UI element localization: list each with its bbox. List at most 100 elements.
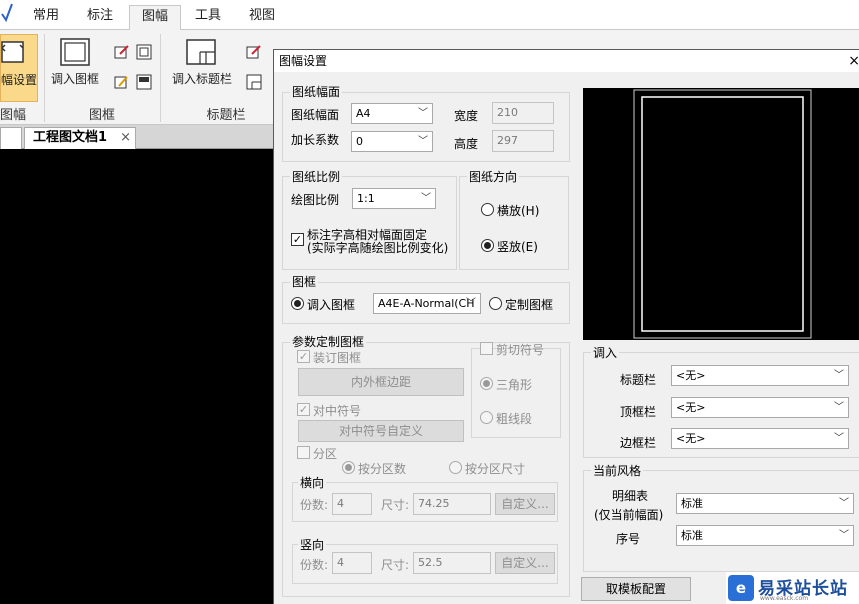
title-bar-icon bbox=[186, 39, 216, 65]
app-check-icon bbox=[1, 3, 13, 23]
title-bar-select[interactable]: <无> ﹀ bbox=[671, 365, 849, 386]
chevron-down-icon: ﹀ bbox=[421, 193, 431, 204]
sequence-label: 序号 bbox=[616, 532, 641, 546]
vertical-zone-title: 竖向 bbox=[298, 536, 327, 553]
detail-table-label: 明细表 bbox=[612, 489, 649, 503]
vertical-size-label: 尺寸: bbox=[381, 558, 410, 572]
chevron-down-icon: ﹀ bbox=[418, 108, 428, 119]
frame-props-icon[interactable] bbox=[136, 44, 152, 60]
preview-frame-drawing bbox=[633, 89, 812, 339]
detail-table-select[interactable]: 标准 ﹀ bbox=[676, 493, 854, 514]
tab-view[interactable]: 视图 bbox=[244, 5, 280, 30]
group-label-title-bar: 标题栏 bbox=[206, 108, 246, 123]
edit-frame-icon[interactable] bbox=[114, 44, 130, 60]
dialog-title-bar: 图幅设置 × bbox=[274, 50, 859, 72]
width-label: 宽度 bbox=[454, 109, 479, 123]
group-label-frame: 图框 bbox=[88, 108, 115, 123]
tab-common[interactable]: 常用 bbox=[28, 5, 64, 30]
vertical-count-field[interactable]: 4 bbox=[332, 552, 372, 574]
cut-mark-label: 剪切符号 bbox=[496, 343, 545, 357]
vertical-custom-button[interactable]: 自定义... bbox=[495, 552, 555, 574]
side-bar-value: <无> bbox=[676, 432, 706, 445]
zone-checkbox[interactable] bbox=[297, 446, 310, 459]
drawing-scale-select[interactable]: 1:1 ﹀ bbox=[352, 188, 436, 209]
horizontal-zone-title: 横向 bbox=[298, 474, 327, 491]
drawing-scale-value: 1:1 bbox=[357, 192, 375, 205]
tab-page[interactable]: 图幅 bbox=[129, 5, 181, 30]
group-separator bbox=[44, 34, 45, 122]
extend-factor-value: 0 bbox=[356, 135, 363, 148]
by-count-radio[interactable] bbox=[342, 461, 355, 474]
chevron-down-icon: ﹀ bbox=[834, 402, 844, 413]
height-field[interactable]: 297 bbox=[492, 130, 554, 152]
detail-table-note: (仅当前幅面) bbox=[594, 508, 664, 522]
side-bar-select[interactable]: <无> ﹀ bbox=[671, 428, 849, 449]
scale-group-title: 图纸比例 bbox=[290, 168, 343, 185]
page-preview bbox=[583, 88, 859, 340]
triangle-radio[interactable] bbox=[480, 377, 493, 390]
dialog-title: 图幅设置 bbox=[279, 54, 328, 68]
horizontal-size-field[interactable]: 74.25 bbox=[413, 493, 491, 515]
dialog-close-icon[interactable]: × bbox=[848, 50, 859, 72]
document-tab[interactable]: 工程图文档1 × bbox=[24, 127, 136, 149]
page-setup-button[interactable]: 幅设置 bbox=[0, 34, 38, 102]
load-title-bar-label: 调入标题栏 bbox=[171, 72, 232, 86]
tab-tools[interactable]: 工具 bbox=[190, 5, 226, 30]
load-title-bar-button[interactable]: 调入标题栏 bbox=[166, 34, 238, 102]
watermark: e 易采站长站 www.easck.com bbox=[726, 572, 859, 604]
drawing-scale-label: 绘图比例 bbox=[291, 193, 340, 207]
frame-value: A4E-A-Normal(CH bbox=[378, 297, 475, 310]
frame-select[interactable]: A4E-A-Normal(CH ﹀ bbox=[373, 293, 481, 314]
landscape-radio[interactable] bbox=[481, 203, 494, 216]
cut-mark-checkbox[interactable] bbox=[480, 342, 493, 355]
by-size-label: 按分区尺寸 bbox=[465, 462, 526, 476]
template-config-button[interactable]: 取模板配置 bbox=[581, 577, 691, 601]
binding-frame-checkbox[interactable]: ✓ bbox=[297, 350, 310, 363]
vertical-size-field[interactable]: 52.5 bbox=[413, 552, 491, 574]
extend-factor-select[interactable]: 0 ﹀ bbox=[351, 131, 433, 152]
by-size-radio[interactable] bbox=[449, 461, 462, 474]
custom-frame-radio[interactable] bbox=[489, 297, 502, 310]
chevron-down-icon: ﹀ bbox=[466, 298, 476, 309]
page-setup-icon bbox=[1, 41, 24, 63]
vertical-count-label: 份数: bbox=[300, 558, 329, 572]
center-mark-checkbox[interactable]: ✓ bbox=[297, 403, 310, 416]
load-frame-button[interactable]: 调入图框 bbox=[47, 34, 103, 102]
center-mark-custom-button[interactable]: 对中符号自定义 bbox=[298, 420, 464, 442]
fix-text-height-note: (实际字高随绘图比例变化) bbox=[307, 241, 449, 255]
title-bar-value: <无> bbox=[676, 369, 706, 382]
edit-title-bar-icon[interactable] bbox=[246, 44, 262, 60]
portrait-radio[interactable] bbox=[481, 239, 494, 252]
document-tab-prev[interactable] bbox=[0, 127, 22, 149]
pencil-frame-icon[interactable] bbox=[114, 74, 130, 90]
load-frame-label: 调入图框 bbox=[50, 72, 99, 86]
width-field[interactable]: 210 bbox=[492, 102, 554, 124]
chevron-down-icon: ﹀ bbox=[839, 530, 849, 541]
document-tab-close-icon[interactable]: × bbox=[120, 128, 131, 148]
paper-size-label: 图纸幅面 bbox=[291, 108, 340, 122]
tab-annotate[interactable]: 标注 bbox=[82, 5, 118, 30]
watermark-subtext: www.easck.com bbox=[760, 595, 809, 602]
sequence-select[interactable]: 标准 ﹀ bbox=[676, 525, 854, 546]
title-bar-props-icon[interactable] bbox=[246, 74, 262, 90]
orientation-group-title: 图纸方向 bbox=[467, 168, 520, 185]
inner-outer-margin-button[interactable]: 内外框边距 bbox=[298, 368, 464, 396]
height-label: 高度 bbox=[454, 137, 479, 151]
chevron-down-icon: ﹀ bbox=[834, 370, 844, 381]
fix-text-height-checkbox[interactable]: ✓ bbox=[291, 233, 304, 246]
horizontal-custom-button[interactable]: 自定义... bbox=[495, 493, 555, 515]
horizontal-count-field[interactable]: 4 bbox=[332, 493, 372, 515]
frame-group-title: 图框 bbox=[290, 273, 319, 290]
custom-frame-label: 定制图框 bbox=[505, 298, 554, 312]
group-label-page: 图幅 bbox=[0, 108, 27, 123]
frame-icon bbox=[60, 38, 90, 66]
style-group-title: 当前风格 bbox=[591, 462, 644, 479]
center-mark-label: 对中符号 bbox=[313, 404, 362, 418]
top-bar-select[interactable]: <无> ﹀ bbox=[671, 397, 849, 418]
save-frame-icon[interactable] bbox=[136, 74, 152, 90]
landscape-label: 横放(H) bbox=[497, 204, 540, 218]
horizontal-size-label: 尺寸: bbox=[381, 498, 410, 512]
paper-size-select[interactable]: A4 ﹀ bbox=[351, 103, 433, 124]
thick-line-radio[interactable] bbox=[480, 411, 493, 424]
load-frame-radio[interactable] bbox=[291, 297, 304, 310]
